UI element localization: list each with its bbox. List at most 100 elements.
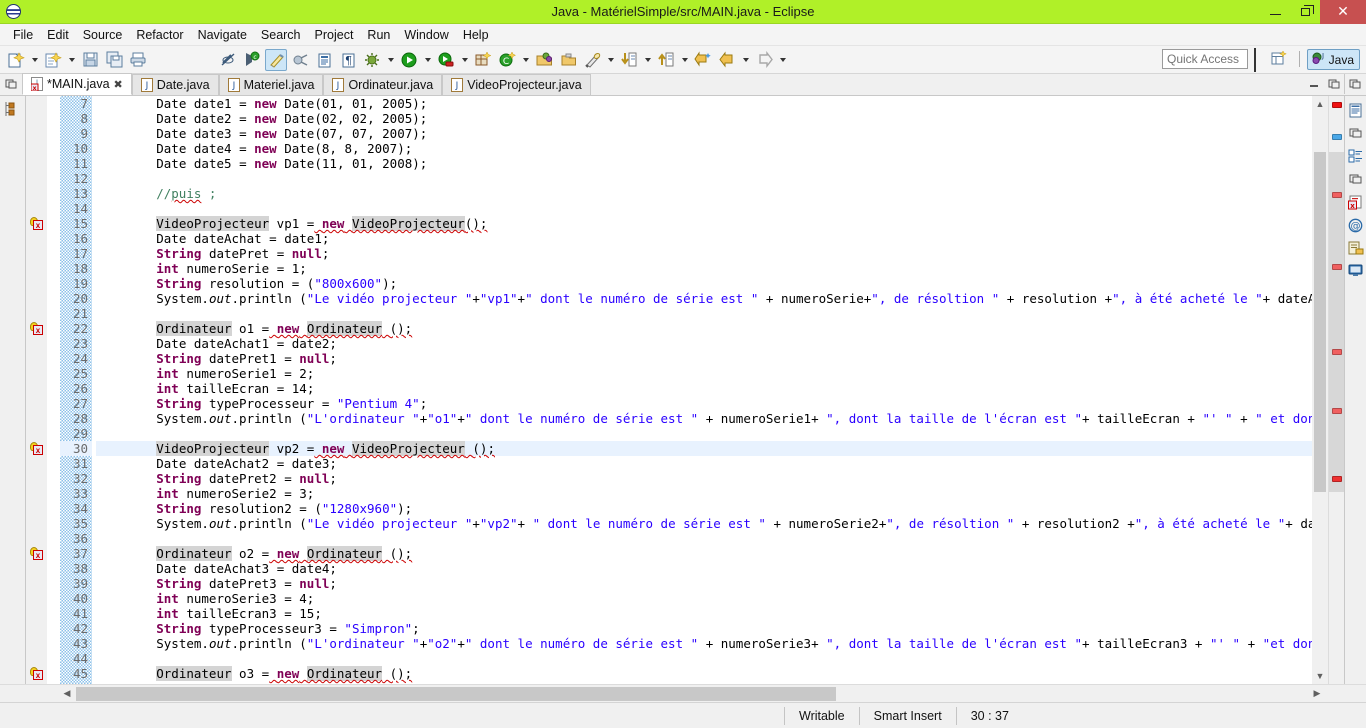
menu-navigate[interactable]: Navigate xyxy=(191,26,254,44)
perspective-java-button[interactable]: J Java xyxy=(1306,49,1360,70)
back-icon[interactable] xyxy=(692,49,714,71)
search-icon[interactable] xyxy=(581,49,603,71)
code-editor-text[interactable]: Date date1 = new Date(01, 01, 2005); Dat… xyxy=(92,96,1312,684)
show-whitespace-icon[interactable]: ¶ xyxy=(337,49,359,71)
quick-fix-icon[interactable] xyxy=(265,48,287,71)
quick-access-input[interactable] xyxy=(1162,49,1248,69)
toggle-mark-occurrences-icon[interactable] xyxy=(217,49,239,71)
code-line[interactable]: Ordinateur o2 = new Ordinateur (); xyxy=(96,546,1312,561)
code-line[interactable]: String datePret = null; xyxy=(96,246,1312,261)
console-icon[interactable] xyxy=(1347,263,1365,279)
code-line[interactable]: Date dateAchat3 = date4; xyxy=(96,561,1312,576)
package-explorer-restore-icon[interactable] xyxy=(4,101,22,117)
javadoc-icon[interactable] xyxy=(1347,240,1365,256)
back-arrow-icon[interactable] xyxy=(716,49,738,71)
overview-ruler-marker[interactable] xyxy=(1332,264,1342,270)
code-line[interactable]: String resolution = ("800x600"); xyxy=(96,276,1312,291)
code-line[interactable] xyxy=(96,651,1312,666)
build-icon[interactable] xyxy=(289,49,311,71)
new-wizard-dropdown-icon[interactable] xyxy=(29,49,40,71)
run-icon[interactable] xyxy=(398,49,420,71)
editor-vertical-scrollbar[interactable]: ▲ ▼ xyxy=(1312,96,1328,684)
code-line[interactable] xyxy=(96,531,1312,546)
horizontal-scroll-track[interactable] xyxy=(76,686,1308,701)
code-line[interactable]: System.out.println ("L'ordinateur "+"o1"… xyxy=(96,411,1312,426)
editor-tab-date[interactable]: J Date.java xyxy=(131,74,219,95)
next-edit-icon[interactable] xyxy=(618,49,640,71)
overview-ruler-marker[interactable] xyxy=(1332,476,1342,482)
code-line[interactable]: int numeroSerie2 = 3; xyxy=(96,486,1312,501)
new-java-class-icon[interactable] xyxy=(42,49,64,71)
open-task-icon[interactable] xyxy=(313,49,335,71)
menu-source[interactable]: Source xyxy=(76,26,130,44)
menu-project[interactable]: Project xyxy=(308,26,361,44)
editor-tab-ordinateur[interactable]: J Ordinateur.java xyxy=(323,74,443,95)
view-menu-icon[interactable] xyxy=(0,73,22,95)
problems-icon[interactable]: x xyxy=(1347,194,1365,210)
open-perspective-icon[interactable] xyxy=(1270,50,1290,68)
overview-ruler-marker[interactable] xyxy=(1332,192,1342,198)
code-line[interactable]: System.out.println ("Le vidéo projecteur… xyxy=(96,516,1312,531)
code-line[interactable] xyxy=(96,426,1312,441)
menu-file[interactable]: File xyxy=(6,26,40,44)
close-button[interactable]: ✕ xyxy=(1320,0,1366,24)
editor-folding-ruler[interactable] xyxy=(46,96,60,684)
code-line-list[interactable]: Date date1 = new Date(01, 01, 2005); Dat… xyxy=(92,96,1312,681)
debug-dropdown-icon[interactable] xyxy=(385,49,396,71)
code-line[interactable]: String typeProcesseur = "Pentium 4"; xyxy=(96,396,1312,411)
back-dropdown-icon[interactable] xyxy=(740,49,751,71)
error-marker-icon[interactable]: x xyxy=(30,547,44,560)
code-line[interactable]: String typeProcesseur3 = "Simpron"; xyxy=(96,621,1312,636)
restore-button[interactable] xyxy=(1290,0,1320,24)
menu-search[interactable]: Search xyxy=(254,26,308,44)
menu-run[interactable]: Run xyxy=(360,26,397,44)
scroll-right-arrow[interactable]: ▶ xyxy=(1308,686,1326,702)
code-line[interactable]: System.out.println ("Le vidéo projecteur… xyxy=(96,291,1312,306)
horizontal-scroll-thumb[interactable] xyxy=(76,686,836,701)
code-line[interactable]: String resolution2 = ("1280x960"); xyxy=(96,501,1312,516)
code-line[interactable]: Date dateAchat2 = date3; xyxy=(96,456,1312,471)
new-type-dropdown-icon[interactable] xyxy=(520,49,531,71)
code-line[interactable] xyxy=(96,306,1312,321)
forward-dropdown-icon[interactable] xyxy=(777,49,788,71)
new-wizard-icon[interactable] xyxy=(5,49,27,71)
code-line[interactable]: Date dateAchat1 = date2; xyxy=(96,336,1312,351)
minimize-button[interactable] xyxy=(1260,0,1290,24)
editor-tab-main[interactable]: Jx *MAIN.java ✖ xyxy=(22,73,132,95)
open-type-icon[interactable] xyxy=(533,49,555,71)
code-line[interactable]: String datePret3 = null; xyxy=(96,576,1312,591)
previous-edit-icon[interactable] xyxy=(655,49,677,71)
code-line[interactable]: //puis ; xyxy=(96,186,1312,201)
scroll-down-arrow[interactable]: ▼ xyxy=(1312,668,1328,684)
code-line[interactable] xyxy=(96,201,1312,216)
close-icon[interactable]: ✖ xyxy=(114,78,123,91)
editor-tab-materiel[interactable]: J Materiel.java xyxy=(218,74,324,95)
minimize-editor-icon[interactable] xyxy=(1304,74,1324,94)
run-dropdown-icon[interactable] xyxy=(422,49,433,71)
code-line[interactable]: Ordinateur o1 = new Ordinateur (); xyxy=(96,321,1312,336)
restore-view-icon[interactable] xyxy=(1347,125,1365,141)
code-line[interactable]: Date dateAchat = date1; xyxy=(96,231,1312,246)
menu-refactor[interactable]: Refactor xyxy=(129,26,190,44)
code-line[interactable]: int tailleEcran3 = 15; xyxy=(96,606,1312,621)
maximize-editor-icon[interactable] xyxy=(1324,74,1344,94)
menu-window[interactable]: Window xyxy=(397,26,455,44)
code-line[interactable]: int tailleEcran = 14; xyxy=(96,381,1312,396)
scroll-left-arrow[interactable]: ◀ xyxy=(58,686,76,702)
email-icon[interactable]: @ xyxy=(1347,217,1365,233)
properties-icon[interactable] xyxy=(1347,148,1365,164)
overview-ruler-marker[interactable] xyxy=(1332,349,1342,355)
editor-overview-ruler[interactable] xyxy=(1328,96,1344,684)
code-line[interactable]: int numeroSerie = 1; xyxy=(96,261,1312,276)
code-line[interactable]: System.out.println ("L'ordinateur "+"o2"… xyxy=(96,636,1312,651)
code-line[interactable]: int numeroSerie3 = 4; xyxy=(96,591,1312,606)
minimize-view-icon[interactable] xyxy=(1347,171,1365,187)
code-line[interactable]: VideoProjecteur vp2 = new VideoProjecteu… xyxy=(96,441,1312,456)
code-line[interactable]: Date date3 = new Date(07, 07, 2007); xyxy=(96,126,1312,141)
editor-horizontal-scrollbar[interactable]: ◀ ▶ xyxy=(0,684,1366,702)
print-icon[interactable] xyxy=(127,49,149,71)
code-line[interactable] xyxy=(96,171,1312,186)
overview-ruler-marker[interactable] xyxy=(1332,134,1342,140)
error-marker-icon[interactable]: x xyxy=(30,667,44,680)
overview-ruler-marker[interactable] xyxy=(1332,102,1342,108)
